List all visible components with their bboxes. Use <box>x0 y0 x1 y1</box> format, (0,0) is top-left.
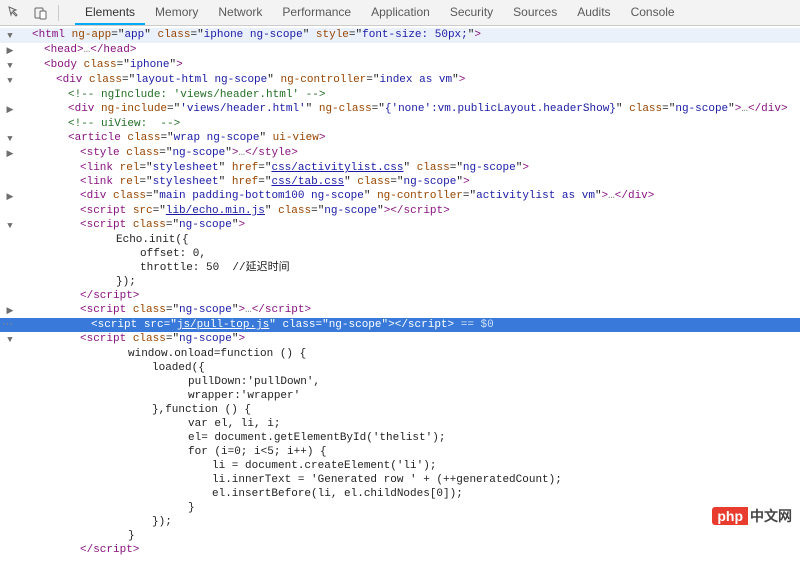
dom-tree-line[interactable]: ▶<head>…</head> <box>0 43 800 58</box>
tab-security[interactable]: Security <box>440 1 503 25</box>
dom-tree-line[interactable]: },function () { <box>0 403 800 417</box>
dom-tree-line[interactable]: li.innerText = 'Generated row ' + (++gen… <box>0 473 800 487</box>
devtools-toolbar: ElementsMemoryNetworkPerformanceApplicat… <box>0 0 800 26</box>
elements-tree[interactable]: ▼<html ng-app="app" class="iphone ng-sco… <box>0 26 800 565</box>
expand-arrow-icon[interactable]: ▶ <box>4 304 16 318</box>
expand-arrow-icon[interactable]: ▼ <box>4 333 16 347</box>
dom-tree-line[interactable]: Echo.init({ <box>0 233 800 247</box>
dom-tree-line[interactable]: ▼<script class="ng-scope"> <box>0 218 800 233</box>
dom-tree-line[interactable]: li = document.createElement('li'); <box>0 459 800 473</box>
tab-memory[interactable]: Memory <box>145 1 208 25</box>
dom-tree-line[interactable]: el.insertBefore(li, el.childNodes[0]); <box>0 487 800 501</box>
expand-arrow-icon[interactable]: ▶ <box>4 147 16 161</box>
dom-tree-line[interactable]: ▶<script class="ng-scope">…</script> <box>0 303 800 318</box>
devtools-tabs: ElementsMemoryNetworkPerformanceApplicat… <box>75 1 685 25</box>
dom-tree-line[interactable]: wrapper:'wrapper' <box>0 389 800 403</box>
inspect-icon[interactable] <box>6 4 24 22</box>
dom-tree-line[interactable]: ▶<style class="ng-scope">…</style> <box>0 146 800 161</box>
expand-arrow-icon[interactable]: ▼ <box>4 132 16 146</box>
dom-tree-line[interactable]: </script> <box>0 543 800 557</box>
dom-tree-line[interactable]: window.onload=function () { <box>0 347 800 361</box>
dom-tree-line[interactable]: <link rel="stylesheet" href="css/tab.css… <box>0 175 800 189</box>
dom-tree-line[interactable]: var el, li, i; <box>0 417 800 431</box>
dom-tree-line[interactable]: throttle: 50 //延迟时间 <box>0 261 800 275</box>
dom-tree-line[interactable]: ▼<html ng-app="app" class="iphone ng-sco… <box>0 28 800 43</box>
expand-arrow-icon[interactable]: ▶ <box>4 190 16 204</box>
dom-tree-line[interactable]: ▶<div ng-include="'views/header.html'" n… <box>0 102 800 117</box>
dom-tree-line[interactable]: ▼<body class="iphone"> <box>0 58 800 73</box>
tab-console[interactable]: Console <box>621 1 685 25</box>
expand-arrow-icon[interactable]: ▼ <box>4 29 16 43</box>
dom-tree-line[interactable]: ▼<div class="layout-html ng-scope" ng-co… <box>0 73 800 88</box>
tab-elements[interactable]: Elements <box>75 1 145 25</box>
dom-tree-line[interactable]: <link rel="stylesheet" href="css/activit… <box>0 161 800 175</box>
dom-tree-line[interactable]: <script src="lib/echo.min.js" class="ng-… <box>0 204 800 218</box>
watermark-text: 中文网 <box>748 508 792 524</box>
dom-tree-line[interactable]: ▼<article class="wrap ng-scope" ui-view> <box>0 131 800 146</box>
tab-audits[interactable]: Audits <box>567 1 620 25</box>
watermark: php中文网 <box>712 509 792 523</box>
dom-tree-line[interactable]: </script> <box>0 289 800 303</box>
expand-arrow-icon[interactable]: ▶ <box>4 103 16 117</box>
dom-tree-line[interactable]: }); <box>0 275 800 289</box>
tab-performance[interactable]: Performance <box>272 1 361 25</box>
watermark-badge: php <box>712 507 748 525</box>
expand-arrow-icon[interactable]: ▼ <box>4 219 16 233</box>
toolbar-divider <box>58 5 59 21</box>
tab-network[interactable]: Network <box>208 1 272 25</box>
dom-tree-line[interactable]: <!-- uiView: --> <box>0 117 800 131</box>
expand-arrow-icon[interactable]: ▶ <box>4 44 16 58</box>
dom-tree-line[interactable]: ⋯<script src="js/pull-top.js" class="ng-… <box>0 318 800 332</box>
dom-tree-line[interactable]: } <box>0 529 800 543</box>
device-toggle-icon[interactable] <box>32 4 50 22</box>
dom-tree-line[interactable]: pullDown:'pullDown', <box>0 375 800 389</box>
tab-application[interactable]: Application <box>361 1 440 25</box>
dom-tree-line[interactable]: for (i=0; i<5; i++) { <box>0 445 800 459</box>
dom-tree-line[interactable]: <!-- ngInclude: 'views/header.html' --> <box>0 88 800 102</box>
dom-tree-line[interactable]: offset: 0, <box>0 247 800 261</box>
dom-tree-line[interactable]: loaded({ <box>0 361 800 375</box>
dom-tree-line[interactable]: ▼<script class="ng-scope"> <box>0 332 800 347</box>
tab-sources[interactable]: Sources <box>503 1 567 25</box>
dom-tree-line[interactable]: ▶<div class="main padding-bottom100 ng-s… <box>0 189 800 204</box>
dom-tree-line[interactable]: } <box>0 501 800 515</box>
dom-tree-line[interactable]: el= document.getElementById('thelist'); <box>0 431 800 445</box>
expand-arrow-icon[interactable]: ▼ <box>4 59 16 73</box>
expand-arrow-icon[interactable]: ▼ <box>4 74 16 88</box>
